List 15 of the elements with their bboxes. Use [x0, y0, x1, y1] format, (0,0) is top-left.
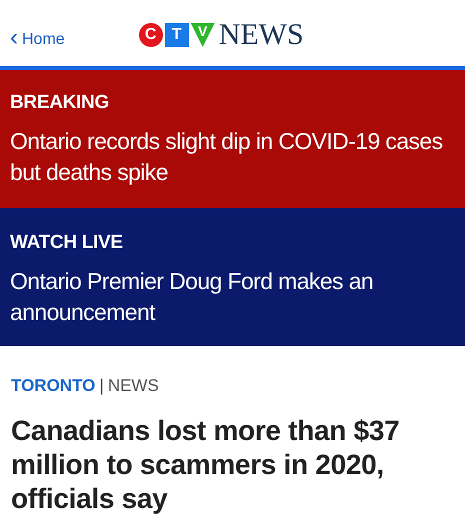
article-headline[interactable]: Canadians lost more than $37 million to scammers in 2020, officials say: [11, 414, 454, 516]
banner-headline: Ontario Premier Doug Ford makes an announcement: [10, 267, 374, 327]
news-banner[interactable]: BREAKING Ontario records slight dip in COVID-19 cases but deaths spike: [0, 70, 465, 208]
logo-wordmark: NEWS: [218, 20, 304, 50]
banner-label: BREAKING: [10, 92, 110, 114]
home-link[interactable]: ‹ Home: [10, 30, 65, 50]
section-label: NEWS: [108, 376, 159, 396]
news-banner[interactable]: WATCH LIVE Ontario Premier Doug Ford makes an announcement: [0, 208, 465, 346]
separator: |: [99, 376, 104, 396]
banner-label: WATCH LIVE: [10, 232, 124, 254]
logo-letter: C: [138, 23, 163, 47]
logo-letter: V: [190, 23, 215, 47]
banner-headline: Ontario records slight dip in COVID-19 cases but deaths spike: [10, 127, 444, 187]
logo-letter: T: [164, 23, 189, 47]
region-link[interactable]: TORONTO: [11, 376, 96, 396]
